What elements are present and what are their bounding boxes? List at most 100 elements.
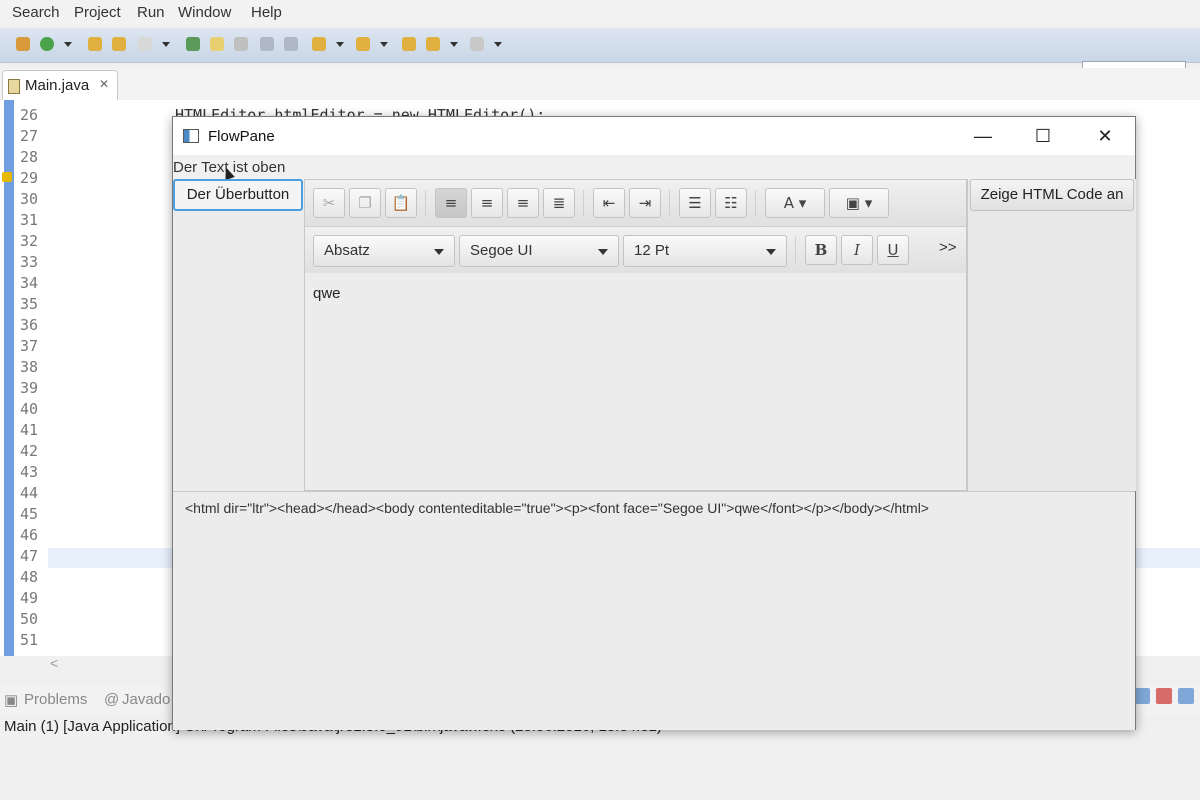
paragraph-format-select[interactable]: Absatz (313, 235, 455, 267)
separator (425, 190, 426, 216)
line-number: 45 (19, 505, 38, 523)
search-icon[interactable] (186, 37, 200, 51)
minimize-button[interactable]: — (961, 123, 1005, 149)
prev-annotation-icon[interactable] (356, 37, 370, 51)
line-number: 39 (19, 379, 38, 397)
tab-main-java[interactable]: Main.java ✕ (2, 70, 118, 100)
line-number: 35 (19, 295, 38, 313)
chevron-left-icon[interactable]: < (50, 655, 58, 671)
open-type-icon[interactable] (88, 37, 102, 51)
copy-icon[interactable]: ❐ (349, 188, 381, 218)
html-output-area[interactable]: <html dir="ltr"><head></head><body conte… (173, 491, 1135, 730)
underline-button[interactable]: U (877, 235, 909, 265)
menu-search[interactable]: Search (12, 4, 60, 21)
editor-tab-bar: Main.java ✕ (0, 68, 1200, 101)
italic-button[interactable]: I (841, 235, 873, 265)
line-number: 43 (19, 463, 38, 481)
line-number: 38 (19, 358, 38, 376)
line-number: 49 (19, 589, 38, 607)
menu-project[interactable]: Project (74, 4, 121, 21)
block-icon[interactable] (260, 37, 274, 51)
line-number: 44 (19, 484, 38, 502)
last-edit-icon[interactable] (402, 37, 416, 51)
background-color-picker[interactable]: ▣ ▾ (829, 188, 889, 218)
chevron-down-icon[interactable] (380, 42, 388, 47)
align-left-icon[interactable]: ≡ (435, 188, 467, 218)
bold-button[interactable]: B (805, 235, 837, 265)
line-number: 29 (19, 169, 38, 187)
open-folder-icon[interactable] (112, 37, 126, 51)
paragraph-format-value: Absatz (324, 242, 370, 259)
annotation-icon[interactable] (234, 37, 248, 51)
numbered-list-icon[interactable]: ☷ (715, 188, 747, 218)
remove-launch-icon[interactable] (1156, 688, 1172, 704)
window-body: Der Text ist oben Der Überbutton ✂ ❐ 📋 ≡… (173, 155, 1136, 730)
annotation-ruler (4, 100, 14, 656)
line-number: 48 (19, 568, 38, 586)
chevron-down-icon[interactable] (450, 42, 458, 47)
pencil-icon[interactable] (138, 37, 152, 51)
separator (583, 190, 584, 216)
font-family-value: Segoe UI (470, 242, 533, 259)
chevron-down-icon[interactable] (336, 42, 344, 47)
window-titlebar[interactable]: FlowPane — ☐ ✕ (173, 117, 1135, 155)
warning-icon[interactable] (2, 172, 12, 182)
overflow-button[interactable]: >> (939, 239, 957, 256)
close-icon[interactable]: ✕ (99, 77, 109, 91)
paste-icon[interactable]: 📋 (385, 188, 417, 218)
line-number: 26 (19, 106, 38, 124)
bullet-list-icon[interactable]: ☰ (679, 188, 711, 218)
align-justify-icon[interactable]: ≣ (543, 188, 575, 218)
editor-content-area[interactable]: qwe (305, 273, 966, 490)
font-size-select[interactable]: 12 Pt (623, 235, 787, 267)
tab-problems[interactable]: Problems (24, 691, 87, 708)
editor-content[interactable]: qwe (313, 285, 341, 302)
font-family-select[interactable]: Segoe UI (459, 235, 619, 267)
menu-run[interactable]: Run (137, 4, 165, 21)
paragraph-icon[interactable] (284, 37, 298, 51)
line-number: 36 (19, 316, 38, 334)
window-title: FlowPane (208, 128, 275, 145)
console-icon[interactable] (1134, 688, 1150, 704)
next-annotation-icon[interactable] (312, 37, 326, 51)
ide-toolbar: Quick Access (0, 28, 1200, 85)
ueber-button[interactable]: Der Überbutton (173, 179, 303, 211)
forward-icon[interactable] (470, 37, 484, 51)
tab-label: Main.java (25, 77, 90, 94)
refresh-icon[interactable] (40, 37, 54, 51)
chevron-down-icon[interactable] (494, 42, 502, 47)
separator (795, 237, 796, 263)
cut-icon[interactable]: ✂ (313, 188, 345, 218)
close-button[interactable]: ✕ (1083, 123, 1127, 149)
line-number: 40 (19, 400, 38, 418)
flowpane-window: FlowPane — ☐ ✕ Der Text ist oben Der Übe… (172, 116, 1136, 730)
line-number: 33 (19, 253, 38, 271)
console-toolbar (1134, 688, 1200, 708)
editor-toolbar-top: ✂ ❐ 📋 ≡ ≡ ≡ ≣ ⇤ ⇥ ☰ ☷ A ▾ ▣ ▾ (305, 180, 966, 227)
line-number: 50 (19, 610, 38, 628)
new-icon[interactable] (16, 37, 30, 51)
separator (669, 190, 670, 216)
editor-toolbar-bottom: Absatz Segoe UI 12 Pt B I U >> (305, 227, 966, 274)
indent-icon[interactable]: ⇥ (629, 188, 661, 218)
tab-javadoc[interactable]: Javado (122, 691, 170, 708)
highlight-icon[interactable] (210, 37, 224, 51)
maximize-button[interactable]: ☐ (1021, 123, 1065, 149)
menu-help[interactable]: Help (251, 4, 282, 21)
app-icon (183, 129, 199, 143)
show-html-button[interactable]: Zeige HTML Code an (970, 179, 1134, 211)
align-center-icon[interactable]: ≡ (471, 188, 503, 218)
html-editor: ✂ ❐ 📋 ≡ ≡ ≡ ≣ ⇤ ⇥ ☰ ☷ A ▾ ▣ ▾ Absatz Seg… (304, 179, 967, 491)
font-size-value: 12 Pt (634, 242, 670, 259)
outdent-icon[interactable]: ⇤ (593, 188, 625, 218)
back-icon[interactable] (426, 37, 440, 51)
chevron-down-icon[interactable] (162, 42, 170, 47)
chevron-down-icon[interactable] (64, 42, 72, 47)
font-color-picker[interactable]: A ▾ (765, 188, 825, 218)
align-right-icon[interactable]: ≡ (507, 188, 539, 218)
at-icon: @ (104, 691, 120, 708)
line-number: 51 (19, 631, 38, 649)
menu-window[interactable]: Window (178, 4, 231, 21)
pin-icon[interactable] (1178, 688, 1194, 704)
menu-bar: Search Project Run Window Help (0, 0, 1200, 26)
